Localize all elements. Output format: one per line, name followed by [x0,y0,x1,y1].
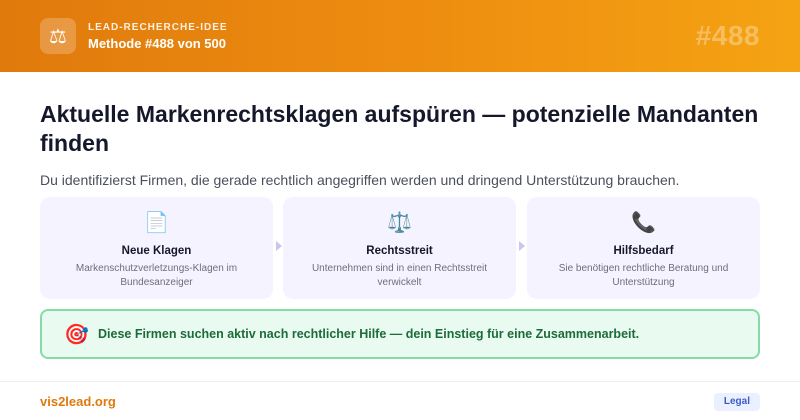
step-title: Rechtsstreit [366,245,433,257]
step-arrow-icon [276,241,282,251]
phone-icon: 📞 [631,212,656,234]
callout-box: 🎯 Diese Firmen suchen aktiv nach rechtli… [40,309,760,359]
page-subtitle: Du identifizierst Firmen, die gerade rec… [40,172,680,188]
footer-divider [0,381,800,382]
step-card-help-needed: 📞 Hilfsbedarf Sie benötigen rechtliche B… [527,197,760,299]
step-description: Sie benötigen rechtliche Beratung und Un… [558,263,729,288]
scales-icon: ⚖️ [387,212,412,234]
step-card-new-lawsuits: 📄 Neue Klagen Markenschutzverletzungs-Kl… [40,197,273,299]
process-steps: 📄 Neue Klagen Markenschutzverletzungs-Kl… [40,197,760,299]
method-counter: Methode #488 von 500 [88,36,226,51]
header-banner: ⚖ LEAD-RECHERCHE-IDEE Methode #488 von 5… [0,0,800,72]
callout-text: Diese Firmen suchen aktiv nach rechtlich… [98,327,640,341]
document-icon: 📄 [144,212,169,234]
category-badge: Legal [713,393,760,411]
header-eyebrow: LEAD-RECHERCHE-IDEE [88,22,228,33]
footer-brand-link[interactable]: vis2lead.org [40,394,116,409]
scales-icon: ⚖ [40,18,76,54]
page-title: Aktuelle Markenrechtsklagen aufspüren — … [40,101,759,156]
method-number: #488 [695,20,760,51]
step-card-litigation: ⚖️ Rechtsstreit Unternehmen sind in eine… [283,197,516,299]
step-description: Unternehmen sind in einen Rechtsstreit v… [311,263,488,288]
step-description: Markenschutzverletzungs-Klagen im Bundes… [75,263,238,288]
step-title: Neue Klagen [121,245,192,257]
step-title: Hilfsbedarf [613,245,674,257]
target-icon: 🎯 [64,324,89,346]
step-arrow-icon [519,241,525,251]
